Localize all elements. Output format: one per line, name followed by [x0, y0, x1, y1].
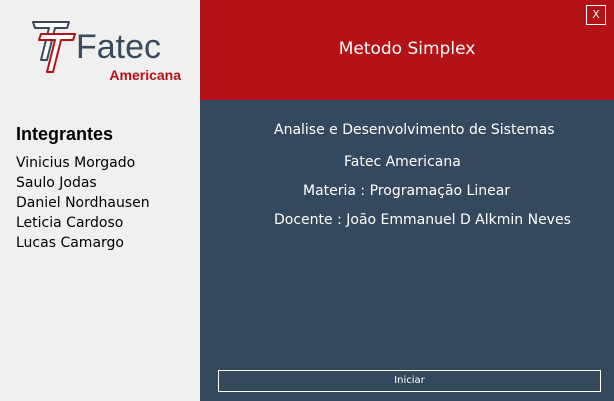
course-label: Analise e Desenvolvimento de Sistemas [274, 122, 555, 138]
team-member: Vinicius Morgado [16, 155, 136, 171]
team-title: Integrantes [16, 124, 114, 144]
close-button[interactable]: X [586, 5, 606, 25]
college-label: Fatec Americana [344, 154, 461, 170]
logo-subtext: Americana [109, 67, 181, 82]
teacher-label: Docente : João Emmanuel D Alkmin Neves [274, 212, 571, 228]
sidebar-panel: Fatec Americana Integrantes Vinicius Mor… [0, 0, 200, 401]
header-panel: Metodo Simplex X [200, 0, 614, 100]
team-member: Leticia Cardoso [16, 215, 124, 231]
team-member: Daniel Nordhausen [16, 195, 150, 211]
start-button[interactable]: Iniciar [218, 370, 601, 392]
app-window: Fatec Americana Integrantes Vinicius Mor… [0, 0, 614, 401]
team-member: Lucas Camargo [16, 235, 124, 251]
content-panel: Analise e Desenvolvimento de Sistemas Fa… [200, 100, 614, 401]
team-list: Vinicius Morgado Saulo Jodas Daniel Nord… [16, 153, 150, 253]
subject-label: Materia : Programação Linear [303, 183, 511, 199]
fatec-logo-icon: Fatec Americana [32, 21, 181, 82]
app-title: Metodo Simplex [338, 39, 476, 59]
team-member: Saulo Jodas [16, 175, 97, 191]
fatec-logo: Fatec Americana [31, 20, 183, 82]
logo-text: Fatec [76, 28, 161, 66]
